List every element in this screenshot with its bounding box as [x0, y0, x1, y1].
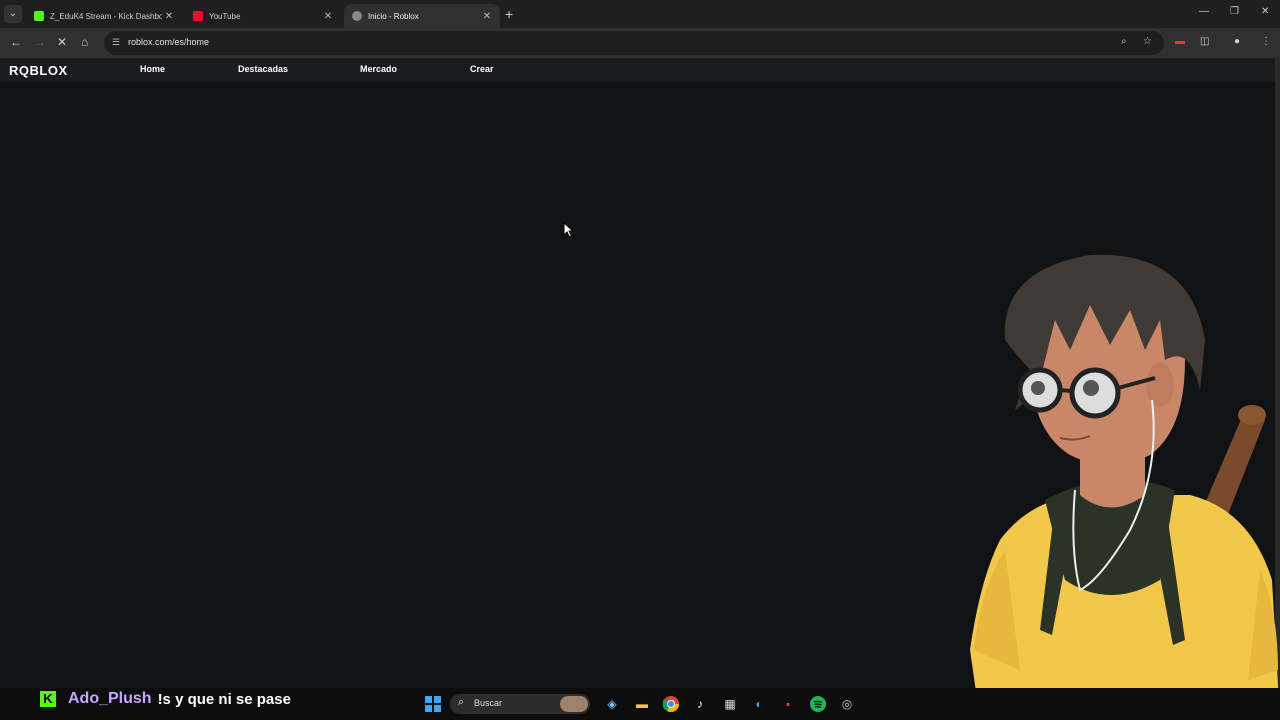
close-icon[interactable]: ✕	[321, 11, 335, 22]
restore-icon[interactable]: ❐	[1230, 6, 1239, 17]
zoom-icon[interactable]: ⌕	[1121, 36, 1127, 47]
tiktok-icon[interactable]: ♪	[692, 696, 708, 712]
profile-avatar-icon[interactable]: ●	[1234, 36, 1240, 47]
extension-icon[interactable]: ▬	[1175, 36, 1185, 47]
extensions-puzzle-icon[interactable]: ◫	[1200, 36, 1209, 47]
tab-search-icon[interactable]: ⌄	[4, 5, 22, 23]
search-highlight-icon	[560, 696, 588, 712]
tab-title: Inicio - Roblox	[368, 11, 419, 21]
stream-chat-overlay: K Ado_Plush !s y que ni se pase	[40, 689, 291, 709]
roblox-header: RQBLOX Home Destacadas Mercado Crear	[0, 58, 1280, 82]
back-icon[interactable]: ←	[10, 35, 22, 49]
chat-message: !s y que ni se pase	[157, 690, 291, 708]
home-icon[interactable]: ⌂	[81, 35, 88, 49]
minimize-icon[interactable]: —	[1199, 6, 1209, 17]
site-info-icon[interactable]: ☰	[112, 37, 124, 49]
close-icon[interactable]: ✕	[162, 11, 176, 22]
spotify-icon[interactable]	[810, 696, 826, 712]
roblox-logo[interactable]: RQBLOX	[9, 63, 68, 78]
nav-mercado[interactable]: Mercado	[360, 64, 397, 74]
nav-destacadas[interactable]: Destacadas	[238, 64, 288, 74]
taskbar-search[interactable]: ⌕ Buscar	[450, 694, 590, 714]
new-tab-icon[interactable]: +	[505, 6, 513, 22]
tab-roblox-home[interactable]: Inicio - Roblox ✕	[344, 4, 500, 28]
browser-toolbar: ← → ✕ ⌂ ☰ roblox.com/es/home ⌕ ☆ ▬ ◫ ● ⋮	[0, 28, 1280, 58]
app-icon[interactable]: ▪	[780, 696, 796, 712]
close-icon[interactable]: ✕	[480, 11, 494, 22]
roblox-favicon-icon	[352, 11, 362, 21]
nav-crear[interactable]: Crear	[470, 64, 494, 74]
tab-youtube[interactable]: YouTube ✕	[185, 4, 341, 28]
edge-icon[interactable]: ◐	[751, 696, 767, 712]
kick-favicon-icon	[34, 11, 44, 21]
taskbar-search-label: Buscar	[474, 698, 503, 708]
chat-username: Ado_Plush	[68, 690, 152, 707]
chrome-icon[interactable]	[663, 696, 679, 712]
forward-icon[interactable]: →	[34, 35, 46, 49]
menu-kebab-icon[interactable]: ⋮	[1261, 36, 1271, 47]
search-icon: ⌕	[458, 696, 465, 708]
tab-title: Z_EduK4 Stream - Kick Dashboard	[50, 11, 162, 21]
kick-logo-icon: K	[40, 691, 56, 707]
tab-title: YouTube	[209, 11, 241, 21]
tab-kick-dashboard[interactable]: Z_EduK4 Stream - Kick Dashboard ✕	[26, 4, 182, 28]
file-explorer-icon[interactable]: ▬	[634, 696, 650, 712]
obs-icon[interactable]: ◎	[839, 696, 855, 712]
stop-loading-icon[interactable]: ✕	[57, 35, 67, 49]
window-close-icon[interactable]: ✕	[1261, 6, 1269, 17]
youtube-favicon-icon	[193, 11, 203, 21]
address-bar[interactable]: ☰ roblox.com/es/home	[104, 31, 1164, 55]
url-text[interactable]: roblox.com/es/home	[128, 37, 209, 47]
bookmark-star-icon[interactable]: ☆	[1143, 36, 1152, 47]
minecraft-icon[interactable]: ▦	[722, 696, 738, 712]
nav-home[interactable]: Home	[140, 64, 165, 74]
mouse-pointer-icon	[563, 222, 575, 238]
browser-tab-strip: ⌄ Z_EduK4 Stream - Kick Dashboard ✕ YouT…	[0, 0, 1280, 28]
windows-start-icon[interactable]	[425, 696, 441, 712]
vtuber-avatar	[970, 254, 1280, 720]
copilot-icon[interactable]: ◈	[604, 696, 620, 712]
